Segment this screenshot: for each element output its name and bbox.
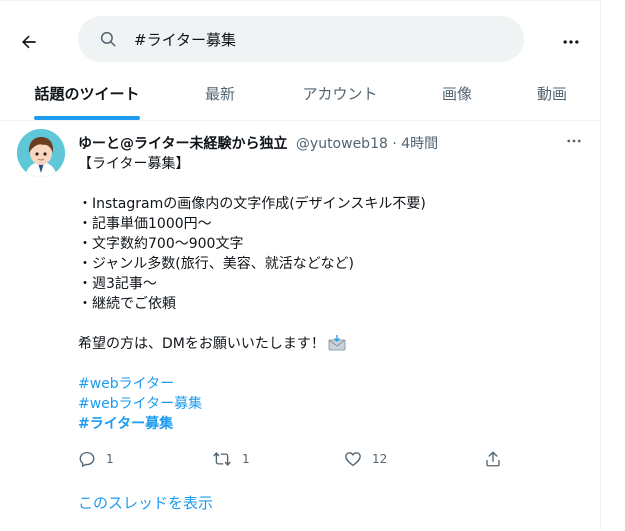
- author-name[interactable]: ゆーと@ライター未経験から独立: [78, 136, 287, 152]
- tab-label: アカウント: [302, 85, 378, 103]
- hashtag-line: #webライター募集: [78, 394, 583, 414]
- tab-label: 話題のツイート: [34, 85, 140, 103]
- tweet-timestamp[interactable]: 4時間: [401, 136, 438, 152]
- reply-count: 1: [106, 452, 114, 466]
- tab-label: 動画: [536, 85, 567, 103]
- hashtag-line: #ライター募集: [78, 414, 583, 434]
- like-count: 12: [372, 452, 388, 466]
- tweet-line: ・文字数約700〜900文字: [78, 236, 244, 252]
- like-button[interactable]: 12: [344, 447, 387, 471]
- hashtag-link[interactable]: #webライター: [78, 376, 174, 392]
- tab-top[interactable]: 話題のツイート: [22, 67, 152, 120]
- tweet-line: ・継続でご依頼: [78, 296, 176, 312]
- tweet-line: ・週3記事〜: [78, 276, 157, 292]
- tweet-more-button[interactable]: [560, 129, 588, 153]
- tweet-line-text: 希望の方は、DMをお願いいたします！: [78, 336, 325, 352]
- tab-videos[interactable]: 動画: [520, 67, 584, 120]
- tweet-line: ・ジャンル多数(旅行、美容、就活などなど): [78, 256, 354, 272]
- retweet-button[interactable]: 1: [212, 447, 250, 471]
- tweet-line: ・記事単価1000円〜: [78, 216, 212, 232]
- tweet-actions: 1 1 12: [78, 447, 518, 471]
- tab-label: 最新: [204, 85, 235, 103]
- back-button[interactable]: [12, 25, 46, 59]
- tweet-line: ・Instagramの画像内の文字作成(デザインスキル不要): [78, 196, 426, 212]
- tab-images[interactable]: 画像: [425, 67, 489, 120]
- author-handle[interactable]: @yutoweb18: [296, 136, 388, 152]
- avatar-illustration: [17, 129, 65, 177]
- tweet-line: 希望の方は、DMをお願いいたします！: [78, 334, 583, 354]
- search-icon: [98, 29, 118, 49]
- retweet-count: 1: [242, 452, 250, 466]
- search-box[interactable]: [78, 16, 524, 62]
- share-button[interactable]: [484, 447, 502, 471]
- heart-icon: [345, 452, 361, 467]
- reply-icon: [79, 451, 95, 467]
- tweet[interactable]: ゆーと@ライター未経験から独立 @yutoweb18 · 4時間 【ライター募集…: [0, 121, 600, 531]
- tweet-line: 【ライター募集】: [78, 156, 190, 172]
- avatar[interactable]: [17, 129, 65, 177]
- hashtag-link[interactable]: #webライター募集: [78, 396, 202, 412]
- arrow-left-icon: [22, 35, 36, 49]
- tab-latest[interactable]: 最新: [185, 67, 255, 120]
- hashtag-line: #webライター: [78, 374, 583, 394]
- hashtag-link-highlighted[interactable]: #ライター募集: [78, 416, 173, 432]
- share-icon: [486, 451, 500, 467]
- search-results-panel: 話題のツイート 最新 アカウント 画像 動画: [0, 0, 601, 530]
- retweet-icon: [213, 452, 231, 466]
- search-tabs: 話題のツイート 最新 アカウント 画像 動画: [0, 67, 600, 121]
- incoming-envelope-icon: [328, 335, 346, 357]
- page-background: [601, 0, 625, 530]
- tweet-text: 【ライター募集】 ・Instagramの画像内の文字作成(デザインスキル不要) …: [78, 154, 583, 434]
- tweet-header: ゆーと@ライター未経験から独立 @yutoweb18 · 4時間: [78, 133, 438, 153]
- reply-button[interactable]: 1: [78, 447, 114, 471]
- more-options-button[interactable]: [554, 25, 588, 59]
- more-horizontal-icon: [563, 40, 579, 44]
- header-separator: ·: [392, 136, 397, 152]
- more-horizontal-icon: [567, 139, 581, 143]
- tab-accounts[interactable]: アカウント: [285, 67, 395, 120]
- active-tab-indicator: [34, 116, 140, 120]
- show-thread-link[interactable]: このスレッドを表示: [78, 492, 213, 513]
- search-input[interactable]: [134, 30, 494, 48]
- tab-label: 画像: [441, 85, 472, 103]
